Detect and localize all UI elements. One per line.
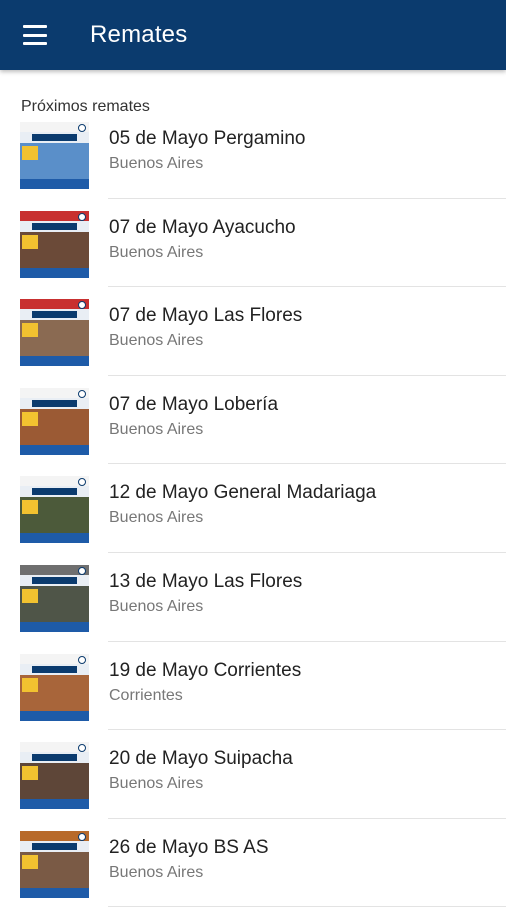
app-bar: Remates [0, 0, 506, 70]
auction-list: 05 de Mayo Pergamino Buenos Aires 07 de … [0, 110, 506, 907]
poster-title-band [32, 842, 77, 850]
poster-badge [22, 677, 38, 692]
list-item-subtitle: Buenos Aires [109, 155, 204, 172]
list-item-text: 05 de Mayo Pergamino Buenos Aires [109, 127, 305, 175]
list-item-subtitle: Buenos Aires [109, 509, 204, 527]
list-item-text: 07 de Mayo Lobería Buenos Aires [109, 393, 278, 441]
list-item-subtitle: Buenos Aires [109, 243, 204, 261]
poster-badge [22, 411, 38, 426]
poster-title-band [32, 399, 77, 407]
poster-footer-band [20, 179, 89, 189]
list-item-title: 19 de Mayo Corrientes [109, 659, 302, 681]
poster-badge [22, 588, 38, 603]
poster-badge [22, 500, 38, 515]
logo-icon [78, 832, 86, 841]
logo-icon [78, 566, 86, 575]
page-title: Remates [90, 21, 188, 48]
logo-icon [78, 212, 86, 221]
poster-title-band [32, 576, 77, 584]
poster-footer-band [20, 621, 89, 632]
poster-title-band [32, 488, 77, 496]
list-item-title: 20 de Mayo Suipacha [109, 748, 293, 770]
list-item[interactable]: 05 de Mayo Pergamino Buenos Aires [0, 110, 506, 199]
poster-badge [22, 766, 38, 781]
auction-poster-thumbnail [20, 742, 89, 810]
logo-icon [78, 655, 86, 664]
auction-poster-thumbnail [20, 564, 89, 632]
list-item-subtitle: Buenos Aires [109, 332, 204, 350]
auction-poster-thumbnail [20, 210, 89, 278]
auction-poster-thumbnail [20, 476, 89, 544]
poster-title-band [32, 665, 77, 673]
list-item-text: 19 de Mayo Corrientes Corrientes [109, 659, 301, 707]
auction-poster-thumbnail [20, 122, 89, 189]
list-item-title: 07 de Mayo Ayacucho [109, 216, 296, 238]
poster-badge [22, 854, 38, 869]
list-item-title: 13 de Mayo Las Flores [109, 570, 303, 592]
poster-footer-band [20, 710, 89, 721]
list-item-title: 07 de Mayo Lobería [109, 393, 279, 415]
list-item-text: 20 de Mayo Suipacha Buenos Aires [109, 747, 293, 795]
poster-footer-band [20, 267, 89, 278]
list-item-subtitle: Buenos Aires [109, 597, 204, 615]
poster-badge [22, 234, 38, 249]
list-item-title: 07 de Mayo Las Flores [109, 305, 303, 327]
poster-badge [22, 146, 38, 160]
poster-title-band [32, 134, 77, 141]
logo-icon [78, 389, 86, 398]
poster-footer-band [20, 444, 89, 455]
poster-footer-band [20, 533, 89, 544]
list-item-text: 07 de Mayo Las Flores Buenos Aires [109, 304, 302, 352]
list-item[interactable]: 12 de Mayo General Madariaga Buenos Aire… [0, 464, 506, 553]
list-item[interactable]: 07 de Mayo Ayacucho Buenos Aires [0, 199, 506, 288]
poster-footer-band [20, 799, 89, 810]
section-header: Próximos remates [21, 98, 150, 115]
poster-title-band [32, 754, 77, 762]
poster-title-band [32, 222, 77, 230]
list-item[interactable]: 13 de Mayo Las Flores Buenos Aires [0, 553, 506, 642]
auction-poster-thumbnail [20, 387, 89, 455]
poster-footer-band [20, 356, 89, 367]
poster-title-band [32, 311, 77, 319]
list-item-text: 13 de Mayo Las Flores Buenos Aires [109, 570, 302, 618]
poster-footer-band [20, 887, 89, 898]
list-item[interactable]: 20 de Mayo Suipacha Buenos Aires [0, 730, 506, 819]
list-item-subtitle: Buenos Aires [109, 420, 204, 438]
list-item[interactable]: 07 de Mayo Las Flores Buenos Aires [0, 287, 506, 376]
list-item[interactable]: 19 de Mayo Corrientes Corrientes [0, 642, 506, 731]
list-item-title: 12 de Mayo General Madariaga [109, 482, 377, 504]
list-item-text: 26 de Mayo BS AS Buenos Aires [109, 836, 269, 884]
poster-badge [22, 323, 38, 338]
list-item-text: 12 de Mayo General Madariaga Buenos Aire… [109, 481, 376, 529]
list-item[interactable]: 07 de Mayo Lobería Buenos Aires [0, 376, 506, 465]
list-item-subtitle: Corrientes [109, 686, 183, 704]
auction-poster-thumbnail [20, 830, 89, 898]
logo-icon [78, 124, 86, 132]
list-item[interactable]: 26 de Mayo BS AS Buenos Aires [0, 819, 506, 907]
list-item-text: 07 de Mayo Ayacucho Buenos Aires [109, 216, 296, 264]
list-item-title: 05 de Mayo Pergamino [109, 128, 306, 149]
list-item-subtitle: Buenos Aires [109, 775, 204, 793]
auction-poster-thumbnail [20, 653, 89, 721]
menu-icon[interactable] [23, 25, 47, 45]
auction-poster-thumbnail [20, 299, 89, 367]
list-item-title: 26 de Mayo BS AS [109, 836, 269, 858]
list-item-subtitle: Buenos Aires [109, 863, 204, 881]
